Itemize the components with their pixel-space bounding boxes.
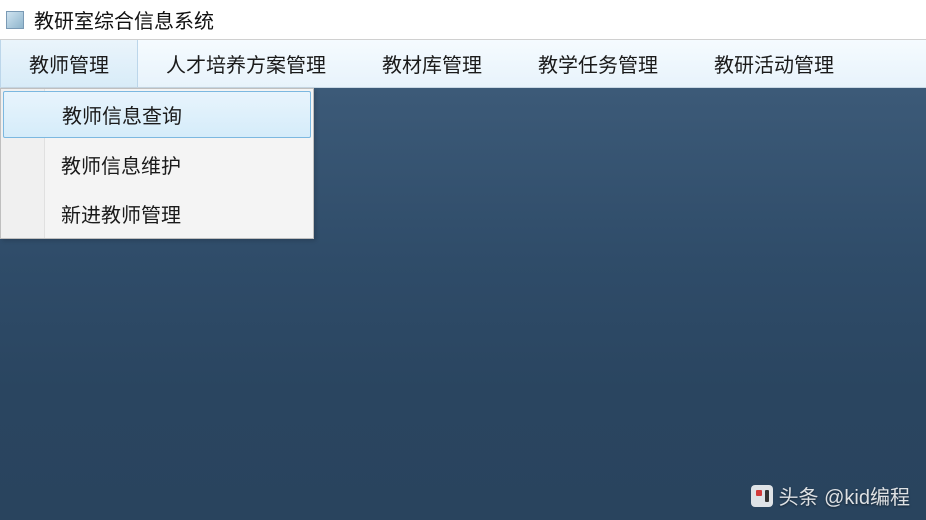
- menu-talent-plan-management[interactable]: 人才培养方案管理: [138, 40, 354, 87]
- app-icon: [6, 11, 24, 29]
- window-title: 教研室综合信息系统: [34, 5, 214, 34]
- dropdown-teacher-management: 教师信息查询 教师信息维护 新进教师管理: [0, 88, 314, 239]
- watermark: 头条 @kid编程: [751, 481, 910, 510]
- watermark-logo-icon: [751, 485, 773, 507]
- title-bar: 教研室综合信息系统: [0, 0, 926, 40]
- menu-bar: 教师管理 人才培养方案管理 教材库管理 教学任务管理 教研活动管理: [0, 40, 926, 88]
- menu-teaching-task-management[interactable]: 教学任务管理: [510, 40, 686, 87]
- dropdown-item-new-teacher-management[interactable]: 新进教师管理: [1, 189, 313, 238]
- menu-teacher-management[interactable]: 教师管理: [0, 40, 138, 87]
- dropdown-item-teacher-info-maintain[interactable]: 教师信息维护: [1, 140, 313, 189]
- menu-textbook-management[interactable]: 教材库管理: [354, 40, 510, 87]
- watermark-text: 头条 @kid编程: [779, 481, 910, 510]
- menu-research-activity-management[interactable]: 教研活动管理: [686, 40, 862, 87]
- dropdown-item-teacher-info-query[interactable]: 教师信息查询: [3, 91, 311, 138]
